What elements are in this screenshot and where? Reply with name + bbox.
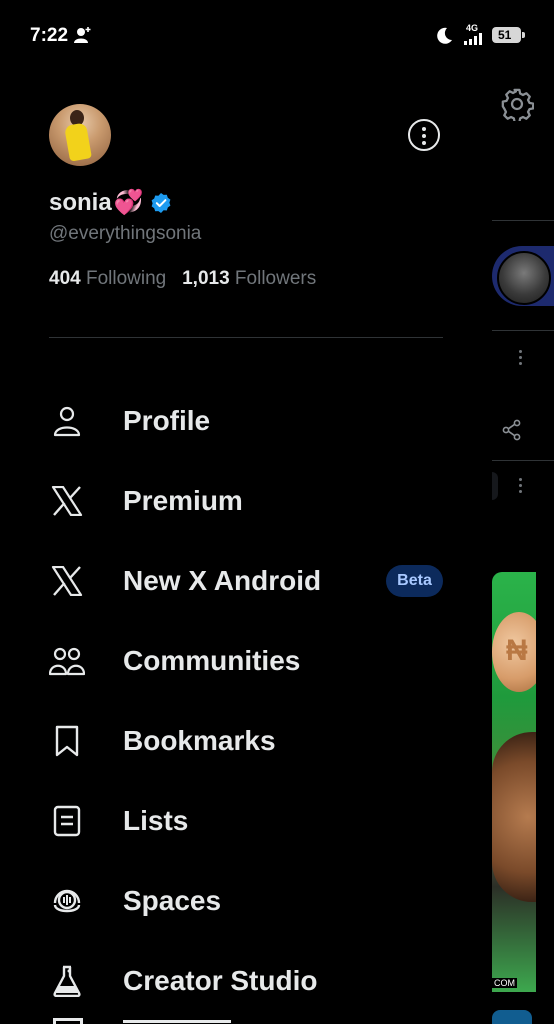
- menu-label: Profile: [123, 405, 211, 436]
- communities-icon: [49, 643, 85, 679]
- menu-label: Spaces: [123, 885, 222, 916]
- watermark-text: COM: [492, 978, 517, 988]
- menu-item-creator-studio[interactable]: Creator Studio: [0, 951, 492, 1011]
- profile-name-row[interactable]: sonia 💞: [49, 188, 172, 217]
- menu-item-bookmarks[interactable]: Bookmarks: [0, 711, 492, 771]
- followers-count: 1,013: [182, 268, 230, 289]
- bookmark-icon: [49, 723, 85, 759]
- list-icon: [49, 803, 85, 839]
- profile-avatar[interactable]: [49, 104, 111, 166]
- feed-divider: [492, 330, 554, 331]
- display-name: sonia: [49, 188, 112, 216]
- account-options-button[interactable]: [408, 119, 440, 151]
- signal-icon: 4G: [462, 23, 488, 45]
- menu-label: Communities: [123, 645, 301, 676]
- menu-item-new-x-android[interactable]: New X Android Beta: [0, 551, 492, 611]
- battery-level: 51: [498, 28, 512, 42]
- following-label: Following: [85, 268, 167, 289]
- menu-label: Premium: [123, 485, 243, 516]
- verified-badge-icon: [151, 192, 170, 213]
- status-time: 7:22: [30, 25, 69, 46]
- person-add-icon: [74, 27, 91, 43]
- menu-label: Bookmarks: [123, 725, 276, 756]
- menu-item-premium[interactable]: Premium: [0, 471, 492, 531]
- menu-label: Creator Studio: [123, 965, 318, 996]
- menu-label: New X Android: [123, 565, 322, 596]
- person-icon: [49, 403, 85, 439]
- more-vertical-icon[interactable]: [519, 350, 523, 368]
- drawer-divider: [49, 337, 443, 338]
- partial-icon: [53, 1018, 83, 1024]
- coin-graphic: ₦: [492, 612, 536, 692]
- menu-item-profile[interactable]: Profile: [0, 391, 492, 451]
- x-logo-icon: [49, 563, 85, 599]
- followers-label: Followers: [234, 268, 317, 289]
- menu-item-lists[interactable]: Lists: [0, 791, 492, 851]
- flask-icon: [49, 963, 85, 999]
- person-photo: [492, 732, 536, 902]
- beta-badge: Beta: [386, 565, 443, 597]
- menu-item-communities[interactable]: Communities: [0, 631, 492, 691]
- x-logo-icon: [49, 483, 85, 519]
- menu-item-partial[interactable]: [49, 1016, 449, 1024]
- share-icon[interactable]: [501, 419, 523, 441]
- feed-divider: [492, 460, 554, 461]
- feed-avatar[interactable]: [497, 251, 551, 305]
- network-type: 4G: [466, 23, 479, 33]
- feed-bottom-element: [492, 1010, 532, 1024]
- following-link[interactable]: 404 Following: [49, 268, 166, 289]
- partial-label: [123, 1020, 231, 1024]
- moon-icon: [437, 27, 452, 44]
- profile-handle: @everythingsonia: [49, 223, 202, 244]
- more-vertical-icon[interactable]: [519, 478, 523, 496]
- followers-link[interactable]: 1,013 Followers: [182, 268, 316, 289]
- following-count: 404: [49, 268, 81, 289]
- settings-gear-icon[interactable]: [500, 87, 534, 121]
- menu-label: Lists: [123, 805, 189, 836]
- feed-divider: [492, 220, 554, 221]
- menu-item-spaces[interactable]: Spaces: [0, 871, 492, 931]
- feed-media-image[interactable]: ₦: [492, 572, 536, 992]
- follow-stats: 404 Following 1,013 Followers: [49, 268, 316, 290]
- spaces-icon: [49, 883, 85, 919]
- name-emoji: 💞: [113, 189, 144, 216]
- battery-icon: 51: [492, 27, 525, 43]
